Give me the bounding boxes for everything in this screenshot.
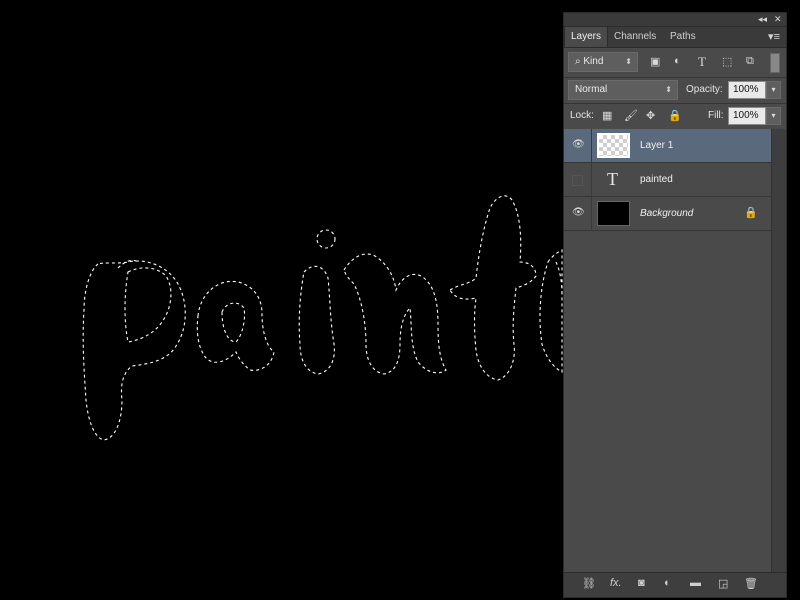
visibility-toggle[interactable]: 👁 (564, 129, 592, 163)
layer-thumbnail-transparent (597, 133, 630, 158)
fx-icon[interactable]: fx. (610, 577, 622, 589)
layer-row-background[interactable]: 👁 Background 🔒 (564, 197, 772, 231)
layers-scrollbar[interactable] (771, 129, 786, 573)
layer-row-painted[interactable]: T painted (564, 163, 772, 197)
eye-icon: 👁 (572, 139, 585, 150)
type-filter-icon[interactable]: T (698, 54, 706, 70)
lock-label: Lock: (570, 110, 594, 121)
layer-name: painted (640, 174, 673, 185)
visibility-toggle[interactable]: 👁 (564, 197, 592, 231)
smart-object-filter-icon[interactable]: ⧉ (746, 55, 754, 68)
shape-filter-icon[interactable]: ⬚ (722, 55, 732, 68)
visibility-toggle[interactable] (564, 163, 592, 197)
fill-input[interactable]: 100% (728, 107, 766, 125)
collapse-icon[interactable]: ◂◂ (758, 13, 767, 26)
link-layers-icon[interactable]: ⛓ (582, 577, 596, 590)
panel-titlebar: ◂◂ ✕ (564, 13, 786, 27)
selection-letter-p (82, 260, 186, 441)
selection-letter-t (449, 195, 537, 381)
layer-name: Layer 1 (640, 140, 674, 151)
layer-row-layer-1[interactable]: 👁 Layer 1 (564, 129, 772, 163)
lock-all-icon[interactable]: 🔒 (668, 109, 682, 122)
eye-icon: 👁 (572, 207, 585, 218)
type-layer-icon: T (607, 169, 618, 189)
layer-thumbnail-fill (597, 201, 630, 226)
fill-label: Fill: (708, 110, 724, 121)
adjustment-filter-icon[interactable]: ◐ (674, 55, 681, 67)
new-layer-icon[interactable]: ◲ (718, 577, 728, 590)
opacity-label: Opacity: (686, 84, 723, 95)
selection-letter-n (343, 253, 447, 375)
filter-kind-label: Kind (583, 56, 604, 67)
tab-channels[interactable]: Channels (608, 27, 662, 47)
panel-menu-icon[interactable]: ▾≡ (768, 30, 780, 43)
trash-icon[interactable]: 🗑 (744, 577, 758, 590)
chevron-updown-icon: ⬍ (665, 85, 672, 94)
opacity-dropdown[interactable]: ▾ (766, 81, 781, 99)
selection-letter-i (298, 265, 335, 375)
filter-toggle[interactable] (770, 53, 780, 73)
lock-row: Lock: ▦ 🖌 ✥ 🔒 Fill: 100% ▾ (564, 103, 786, 130)
tab-layers[interactable]: Layers (564, 27, 609, 47)
blend-row: Normal ⬍ Opacity: 100% ▾ (564, 77, 786, 104)
selection-letter-a (196, 280, 275, 371)
lock-transparent-icon[interactable]: ▦ (602, 109, 612, 122)
layers-panel: ◂◂ ✕ Layers Channels Paths ▾≡ ⌕ Kind ⬍ ▣… (563, 12, 787, 598)
new-group-icon[interactable]: ▬ (690, 577, 701, 589)
filter-kind-select[interactable]: ⌕ Kind ⬍ (568, 52, 638, 72)
lock-position-icon[interactable]: ✥ (646, 109, 655, 122)
empty-visibility-icon (572, 175, 583, 186)
fill-dropdown[interactable]: ▾ (766, 107, 781, 125)
blend-mode-select[interactable]: Normal ⬍ (568, 80, 678, 100)
text-layer-thumbnail: T (597, 167, 630, 192)
layer-name: Background (640, 208, 694, 219)
panel-tabs: Layers Channels Paths ▾≡ (564, 27, 786, 48)
add-mask-icon[interactable]: ◙ (638, 577, 645, 589)
adjustment-layer-icon[interactable]: ◐ (664, 577, 671, 589)
lock-brush-icon[interactable]: 🖌 (624, 109, 638, 122)
image-filter-icon[interactable]: ▣ (650, 55, 660, 68)
layers-bottom-toolbar: ⛓ fx. ◙ ◐ ▬ ◲ 🗑 (564, 572, 786, 597)
opacity-input[interactable]: 100% (728, 81, 766, 99)
filter-row: ⌕ Kind ⬍ ▣ ◐ T ⬚ ⧉ (564, 47, 786, 78)
chevron-updown-icon: ⬍ (625, 57, 632, 66)
blend-mode-label: Normal (575, 84, 608, 95)
tab-paths[interactable]: Paths (664, 27, 702, 47)
close-icon[interactable]: ✕ (774, 13, 782, 26)
lock-icon: 🔒 (744, 207, 758, 219)
